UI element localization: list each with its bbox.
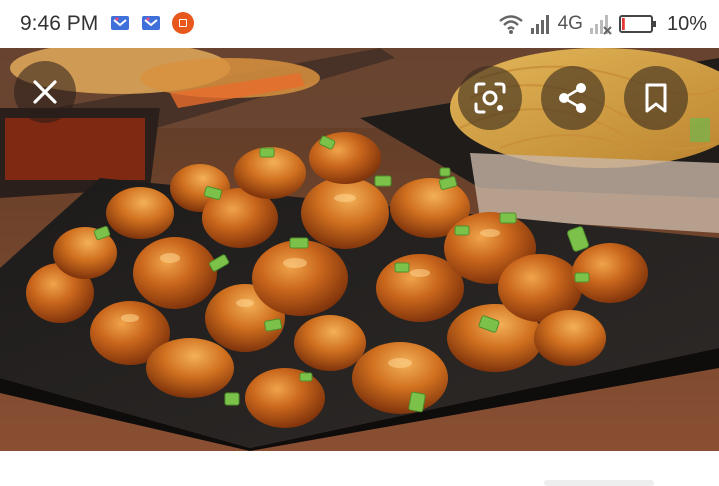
share-icon <box>559 83 586 113</box>
close-icon <box>33 80 57 104</box>
battery-percent: 10% <box>666 12 707 35</box>
share-button[interactable] <box>541 66 605 130</box>
bookmark-icon <box>645 83 667 113</box>
app-notification-icon <box>172 12 194 34</box>
status-time: 9:46 PM <box>20 12 99 35</box>
placeholder-bar <box>544 480 654 486</box>
messaging-notification-icon <box>111 16 129 30</box>
battery-icon <box>618 15 656 33</box>
signal-icon <box>530 15 549 34</box>
bookmark-button[interactable] <box>624 66 688 130</box>
close-button[interactable] <box>14 61 76 123</box>
status-indicators: 4G 10% <box>498 10 707 38</box>
network-type: 4G <box>557 13 583 34</box>
lens-button[interactable] <box>458 66 522 130</box>
signal-no-service-icon <box>589 15 612 35</box>
status-bar: 9:46 PM 4G 10% <box>0 0 719 48</box>
lens-icon <box>474 82 506 114</box>
messaging-notification-icon <box>142 16 160 30</box>
wifi-icon <box>498 15 523 34</box>
food-image <box>0 48 719 451</box>
food-photo <box>0 48 719 451</box>
